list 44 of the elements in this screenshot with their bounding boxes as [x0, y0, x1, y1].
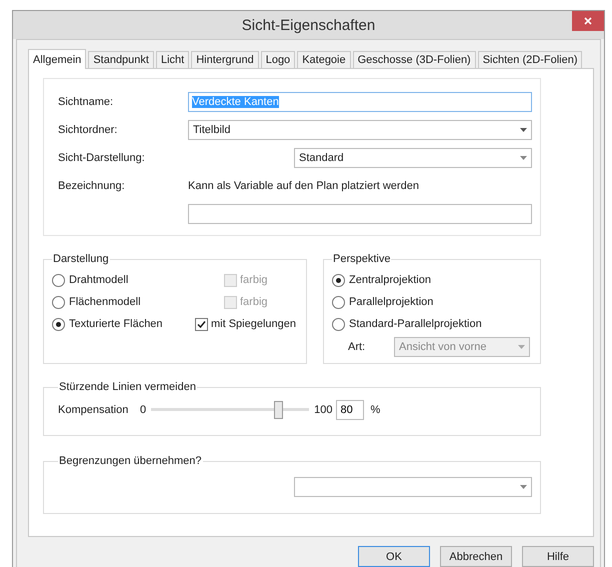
tab[interactable]: Kategoie: [297, 51, 351, 68]
field-label: Sicht-Darstellung:: [58, 152, 146, 164]
radio-option[interactable]: Parallelprojektion: [332, 296, 434, 308]
close-button[interactable]: [572, 11, 604, 31]
dialog-button[interactable]: OK: [358, 546, 430, 567]
group-title: Begrenzungen übernehmen?: [58, 455, 203, 467]
check-icon: [196, 320, 206, 328]
slider-label: Kompensation: [58, 404, 130, 416]
group-title: Perspektive: [332, 253, 392, 265]
caret-icon: [520, 128, 527, 132]
hint-text: Kann als Variable auf den Plan platziert werden: [188, 180, 419, 192]
field-label: Art:: [347, 341, 366, 353]
tab[interactable]: Licht: [156, 51, 190, 68]
group-title: Stürzende Linien vermeiden: [58, 381, 197, 393]
designation-field[interactable]: [188, 204, 532, 224]
checkbox-option[interactable]: mit Spiegelungen: [194, 318, 296, 330]
radio-option[interactable]: Zentralprojektion: [332, 274, 431, 286]
radio-option[interactable]: Texturierte Flächen: [52, 318, 195, 330]
tab[interactable]: Logo: [260, 51, 296, 68]
window-title: Sicht-Eigenschaften: [242, 17, 376, 34]
caret-icon: [520, 485, 527, 489]
tab[interactable]: Standpunkt: [88, 51, 154, 68]
close-icon: [584, 17, 592, 25]
dialog-button[interactable]: Hilfe: [522, 546, 594, 567]
tab[interactable]: Allgemein: [28, 49, 86, 69]
folder-dropdown[interactable]: Titelbild: [188, 120, 532, 140]
unit-label: %: [370, 404, 380, 416]
display-dropdown[interactable]: Standard: [294, 148, 532, 168]
group-title: Darstellung: [52, 253, 110, 265]
tab[interactable]: Hintergrund: [191, 51, 259, 68]
slider-thumb[interactable]: [274, 401, 283, 419]
caret-icon: [518, 345, 525, 349]
max-label: 100: [314, 404, 332, 416]
radio-option[interactable]: Standard-Parallelprojektion: [332, 318, 482, 330]
tab[interactable]: Sichten (2D-Folien): [478, 51, 582, 68]
field-label: Sichtname:: [58, 96, 114, 108]
tab[interactable]: Geschosse (3D-Folien): [352, 51, 476, 68]
begrenzungen-dropdown[interactable]: [294, 477, 532, 497]
field-label: Bezeichnung:: [58, 180, 126, 192]
min-label: 0: [140, 404, 146, 416]
field-label: Sichtordner:: [58, 124, 118, 136]
dialog-button[interactable]: Abbrechen: [440, 546, 512, 567]
caret-icon: [520, 156, 527, 160]
value-field[interactable]: 80: [336, 400, 364, 420]
